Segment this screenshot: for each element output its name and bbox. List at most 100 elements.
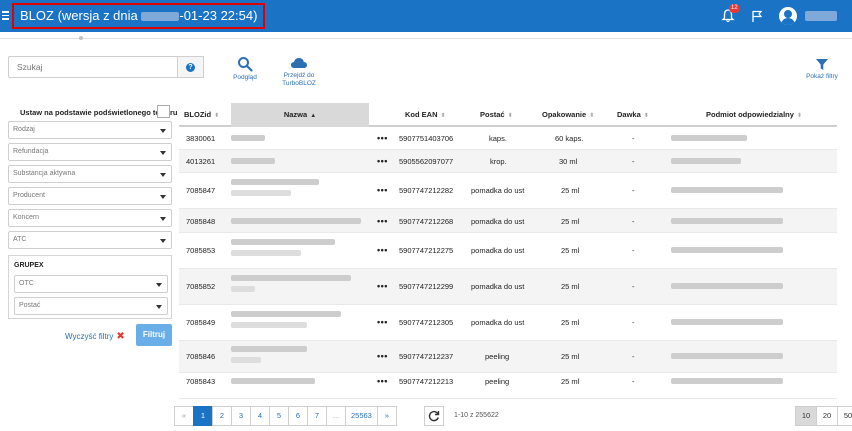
- page-button-5[interactable]: 5: [269, 406, 289, 426]
- clear-filters-link[interactable]: Wyczyść filtry ✖: [65, 331, 125, 342]
- column-header-ean[interactable]: Kod EAN ⬍: [405, 103, 446, 127]
- redacted-name: [231, 179, 319, 185]
- column-header-opakowanie[interactable]: Opakowanie ⬍: [542, 103, 594, 127]
- select-koncern[interactable]: Koncern: [8, 209, 172, 227]
- chevron-down-icon: [160, 151, 166, 155]
- select-atc[interactable]: ATC: [8, 231, 172, 249]
- table-row[interactable]: 7085849 ••• 5907747212305 pomadka do ust…: [179, 305, 837, 341]
- title-suffix: -01-23 22:54): [179, 8, 258, 23]
- row-actions-button[interactable]: •••: [377, 317, 388, 327]
- table-row[interactable]: 7085848 ••• 5907747212268 pomadka do ust…: [179, 209, 837, 233]
- page-button-1[interactable]: 1: [193, 406, 213, 426]
- page-button-7[interactable]: 7: [307, 406, 327, 426]
- preview-button[interactable]: Podgląd: [229, 56, 261, 82]
- redacted-company: [671, 218, 783, 224]
- row-actions-button[interactable]: •••: [377, 351, 388, 361]
- search-field[interactable]: [8, 56, 178, 78]
- turbobloz-label: Przejdź do TurboBLOZ: [282, 72, 316, 87]
- row-actions-button[interactable]: •••: [377, 376, 388, 386]
- turbobloz-button[interactable]: Przejdź do TurboBLOZ: [278, 56, 320, 88]
- redacted-name: [231, 158, 275, 164]
- divider-handle: [79, 36, 83, 40]
- user-avatar-icon[interactable]: [779, 7, 797, 25]
- row-actions-button[interactable]: •••: [377, 245, 388, 255]
- redacted-name: [231, 239, 335, 245]
- cloud-icon: [291, 58, 307, 68]
- redacted-name: [231, 275, 351, 281]
- column-header-podmiot[interactable]: Podmiot odpowiedzialny ⬍: [706, 103, 802, 127]
- redacted-company: [671, 283, 783, 289]
- select-postac[interactable]: Postać: [14, 297, 168, 315]
- column-header-dawka[interactable]: Dawka ⬍: [617, 103, 649, 127]
- redacted-name: [231, 311, 341, 317]
- page-button-last[interactable]: 25563: [345, 406, 378, 426]
- row-actions-button[interactable]: •••: [377, 133, 388, 143]
- help-icon: ?: [186, 63, 195, 72]
- close-icon: ✖: [116, 331, 125, 342]
- redacted-company: [671, 247, 783, 253]
- row-actions-button[interactable]: •••: [377, 281, 388, 291]
- pagination: « 1 2 3 4 5 6 7 ... 25563 »: [174, 406, 397, 426]
- chevron-down-icon: [160, 129, 166, 133]
- redacted-name: [231, 378, 315, 384]
- table-header: BLOZid ⬍ Nazwa ▲ Kod EAN ⬍ Postać ⬍ Opakowan…: [179, 103, 837, 127]
- chevron-down-icon: [156, 283, 162, 287]
- select-refundacja[interactable]: Refundacja: [8, 143, 172, 161]
- page-size-10[interactable]: 10: [795, 406, 817, 426]
- app-title: BLOZ (wersja z dnia -01-23 22:54): [12, 3, 266, 29]
- table-row[interactable]: 7085847 ••• 5907747212282 pomadka do ust…: [179, 173, 837, 209]
- redacted-username[interactable]: [805, 11, 837, 21]
- refresh-icon: [428, 410, 440, 422]
- select-otc[interactable]: OTC: [14, 275, 168, 293]
- refresh-button[interactable]: [424, 406, 444, 426]
- apply-filters-button[interactable]: Filtruj: [136, 324, 172, 346]
- select-rodzaj[interactable]: Rodzaj: [8, 121, 172, 139]
- row-actions-button[interactable]: •••: [377, 216, 388, 226]
- search-help-button[interactable]: ?: [178, 56, 204, 78]
- funnel-icon: [816, 59, 828, 70]
- highlighted-product-checkbox[interactable]: [157, 105, 170, 118]
- table-row[interactable]: 3830061 ••• 5907751403706 kaps. 60 kaps.…: [179, 127, 837, 150]
- table-row[interactable]: 7085853 ••• 5907747212275 pomadka do ust…: [179, 233, 837, 269]
- redacted-company: [671, 187, 783, 193]
- page-button-2[interactable]: 2: [212, 406, 232, 426]
- search-input[interactable]: [9, 57, 177, 77]
- row-actions-button[interactable]: •••: [377, 156, 388, 166]
- page-size-20[interactable]: 20: [816, 406, 838, 426]
- redacted-name: [231, 218, 361, 224]
- select-producent[interactable]: Producent: [8, 187, 172, 205]
- page-button-3[interactable]: 3: [231, 406, 251, 426]
- title-prefix: BLOZ (wersja z dnia: [20, 8, 142, 23]
- page-next-button[interactable]: »: [376, 406, 397, 426]
- column-header-postac[interactable]: Postać ⬍: [480, 103, 513, 127]
- page-button-6[interactable]: 6: [288, 406, 308, 426]
- column-header-nazwa[interactable]: Nazwa ▲: [231, 103, 369, 127]
- flag-icon[interactable]: [750, 9, 764, 23]
- redacted-company: [671, 158, 741, 164]
- page-button-4[interactable]: 4: [250, 406, 270, 426]
- filter-title: Ustaw na podstawie podświetlonego towaru: [20, 108, 178, 117]
- redacted-name: [231, 135, 265, 141]
- page-size-selector: 10 20 50: [795, 406, 852, 426]
- chevron-down-icon: [160, 195, 166, 199]
- page-prev-button[interactable]: «: [174, 406, 194, 426]
- redacted-company: [671, 353, 783, 359]
- table-row[interactable]: 7085843 ••• 5907747212213 peeling 25 ml …: [179, 373, 837, 399]
- table-row[interactable]: 4013261 ••• 5905562097077 krop. 30 ml -: [179, 150, 837, 173]
- table-row[interactable]: 7085846 ••• 5907747212237 peeling 25 ml …: [179, 341, 837, 373]
- results-range: 1-10 z 255622: [454, 412, 499, 419]
- top-bar: BLOZ (wersja z dnia -01-23 22:54) 12: [0, 0, 852, 32]
- show-filters-label: Pokaż filtry: [806, 73, 838, 80]
- show-filters-button[interactable]: Pokaż filtry: [804, 58, 840, 81]
- divider: [0, 38, 852, 39]
- table-row[interactable]: 7085852 ••• 5907747212299 pomadka do ust…: [179, 269, 837, 305]
- row-actions-button[interactable]: •••: [377, 185, 388, 195]
- notification-badge: 12: [729, 4, 740, 13]
- redacted-date: [141, 12, 180, 22]
- redacted-company: [671, 319, 783, 325]
- chevron-down-icon: [160, 239, 166, 243]
- select-substancja[interactable]: Substancja aktywna: [8, 165, 172, 183]
- menu-icon[interactable]: [2, 11, 9, 20]
- page-size-50[interactable]: 50: [837, 406, 852, 426]
- column-header-blozid[interactable]: BLOZid ⬍: [184, 103, 219, 127]
